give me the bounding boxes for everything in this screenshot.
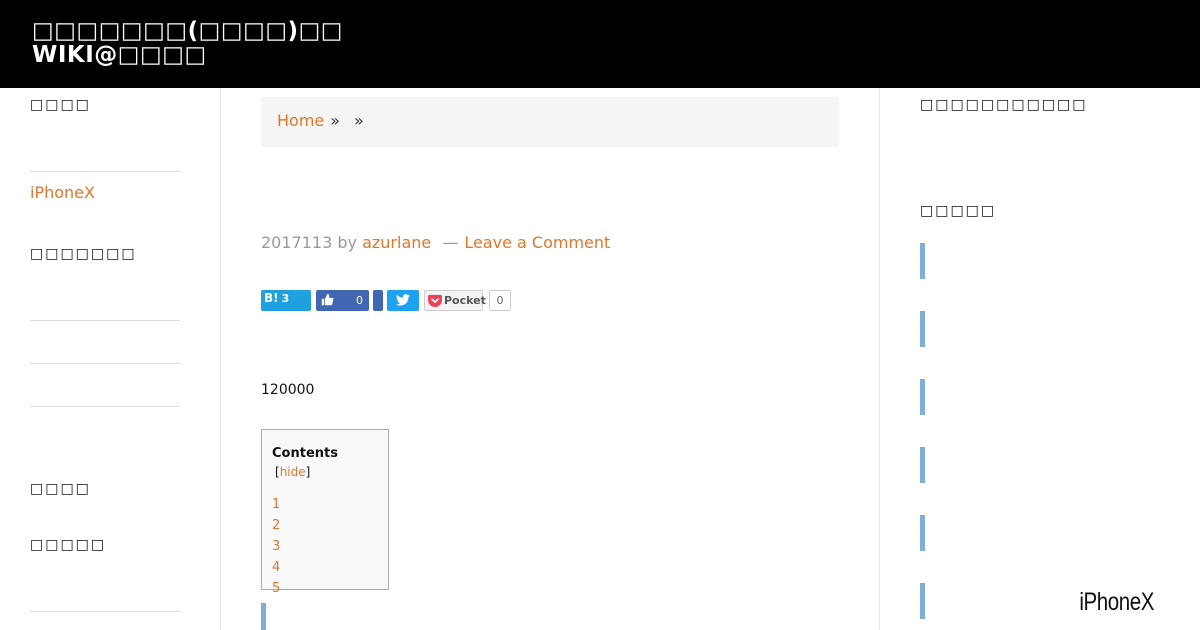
toc-toggle: [hide]: [275, 465, 310, 479]
leave-comment-link[interactable]: Leave a Comment: [464, 233, 610, 252]
sidebar-heading: □□□□: [30, 97, 91, 113]
sidebar-right: □□□□□□□□□□□ □□□□□: [920, 88, 1180, 630]
site-header: □□□□□□□(□□□□)□□WIKI@□□□□: [0, 0, 1200, 88]
sidebar-divider: [30, 171, 180, 172]
facebook-share-button[interactable]: [373, 290, 383, 311]
sidebar-divider: [30, 406, 180, 407]
thumbs-up-icon: [321, 293, 334, 306]
widget-item-bar[interactable]: [920, 379, 925, 415]
toc-item: 5: [272, 578, 378, 599]
widget-item-bar[interactable]: [920, 515, 925, 551]
post-date: 2017113: [261, 233, 333, 252]
breadcrumb-home-link[interactable]: Home: [277, 111, 324, 130]
facebook-like-button[interactable]: 0: [316, 290, 369, 311]
twitter-share-button[interactable]: [387, 290, 419, 311]
toc-item: 4: [272, 557, 378, 578]
breadcrumb-separator: »: [354, 111, 364, 130]
meta-dash: —: [442, 233, 459, 252]
sidebar-heading: □□□□□□□: [30, 246, 137, 262]
hatena-count: 3: [281, 292, 290, 305]
sidebar-link-iphonex[interactable]: iPhoneX: [30, 183, 95, 202]
entry-meta: 2017113 by azurlane — Leave a Comment: [261, 233, 610, 252]
toc-item: 1: [272, 494, 378, 515]
toc-title: Contents: [272, 446, 338, 461]
sidebar-heading: □□□□□: [920, 203, 997, 219]
sidebar-divider: [30, 611, 180, 612]
table-of-contents: Contents [hide] 1 2 3 4 5: [261, 429, 389, 596]
toc-link[interactable]: 1: [272, 497, 280, 512]
author-link[interactable]: azurlane: [362, 233, 431, 252]
twitter-bird-icon: [396, 294, 410, 306]
breadcrumb-separator: »: [330, 111, 341, 130]
sidebar-heading: □□□□□: [30, 537, 107, 553]
sidebar-divider: [30, 363, 180, 364]
toc-bracket: ]: [305, 465, 311, 479]
sidebar-heading: □□□□: [30, 481, 91, 497]
by-label: by: [337, 233, 357, 252]
widget-item-bar[interactable]: [920, 311, 925, 347]
pocket-save-button[interactable]: Pocket: [424, 290, 486, 311]
toc-link[interactable]: 5: [272, 581, 280, 596]
widget-item-bar[interactable]: [920, 447, 925, 483]
pocket-label: Pocket: [444, 294, 486, 307]
column-divider: [879, 88, 880, 630]
column-divider: [220, 88, 221, 630]
toc-item: 3: [272, 536, 378, 557]
widget-item-bar[interactable]: [920, 243, 925, 279]
sidebar-left: □□□□ iPhoneX □□□□□□□ □□□□ □□□□□: [30, 88, 180, 630]
widget-item-bar[interactable]: [920, 583, 925, 619]
hatena-bookmark-button[interactable]: B! 3: [261, 290, 311, 311]
breadcrumb: Home » »: [261, 97, 839, 147]
toc-link[interactable]: 2: [272, 518, 280, 533]
sidebar-divider: [30, 320, 180, 321]
toc-hide-link[interactable]: hide: [280, 465, 306, 479]
toc-list: 1 2 3 4 5: [272, 494, 378, 599]
hatena-icon: B!: [264, 291, 279, 305]
post-body-text: 120000: [261, 382, 315, 398]
toc-link[interactable]: 3: [272, 539, 280, 554]
site-title[interactable]: □□□□□□□(□□□□)□□WIKI@□□□□: [32, 19, 362, 67]
sidebar-heading: □□□□□□□□□□□: [920, 97, 1088, 113]
facebook-like-count: 0: [356, 294, 363, 307]
pocket-icon: [428, 294, 442, 307]
toc-link[interactable]: 4: [272, 560, 280, 575]
toc-item: 2: [272, 515, 378, 536]
iphonex-promo-label[interactable]: iPhoneX: [1079, 588, 1154, 617]
quote-bar: [261, 603, 266, 630]
pocket-count: 0: [489, 290, 511, 311]
